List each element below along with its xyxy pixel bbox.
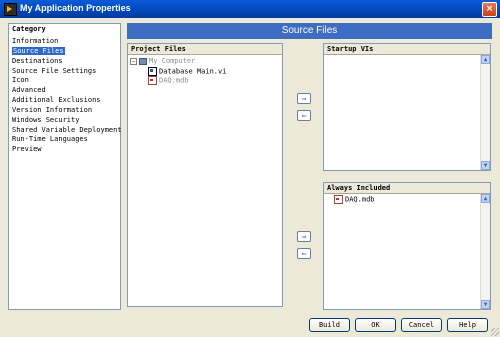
category-header: Category [9, 24, 120, 34]
scroll-down-icon[interactable]: ▼ [481, 300, 490, 309]
title-bar: My Application Properties × [0, 0, 500, 18]
category-item-advanced[interactable]: Advanced [10, 86, 119, 96]
resize-grip-icon[interactable] [491, 328, 499, 336]
always-included-header: Always Included [324, 183, 490, 194]
database-file-icon [334, 195, 343, 204]
computer-icon [139, 57, 147, 65]
remove-startup-vi-button[interactable]: ⇐ [297, 110, 311, 121]
help-button[interactable]: Help [447, 318, 488, 332]
category-item-source-files[interactable]: Source Files [10, 46, 119, 57]
scroll-down-icon[interactable]: ▼ [481, 161, 490, 170]
close-button[interactable]: × [482, 2, 497, 17]
project-files-panel: Project Files − My Computer Database Main… [127, 43, 283, 307]
remove-always-included-button[interactable]: ⇐ [297, 248, 311, 259]
tree-item-database-main-vi[interactable]: Database Main.vi [148, 67, 226, 76]
category-item-run-time-languages[interactable]: Run-Time Languages [10, 135, 119, 145]
category-item-additional-exclusions[interactable]: Additional Exclusions [10, 96, 119, 106]
scroll-up-icon[interactable]: ▲ [481, 194, 490, 203]
startup-vis-header: Startup VIs [324, 44, 490, 55]
labview-app-icon [4, 3, 17, 16]
category-item-preview[interactable]: Preview [10, 145, 119, 155]
always-included-panel: Always Included DAQ.mdb ▲ ▼ [323, 182, 491, 310]
add-always-included-button[interactable]: ⇒ [297, 231, 311, 242]
build-button[interactable]: Build [309, 318, 350, 332]
category-item-destinations[interactable]: Destinations [10, 57, 119, 67]
collapse-icon[interactable]: − [130, 57, 137, 65]
category-item-source-file-settings[interactable]: Source File Settings [10, 67, 119, 77]
category-panel: Category Information Source Files Destin… [8, 23, 122, 310]
add-startup-vi-button[interactable]: ⇒ [297, 93, 311, 104]
scroll-up-icon[interactable]: ▲ [481, 55, 490, 64]
category-item-version-information[interactable]: Version Information [10, 106, 119, 116]
category-item-information[interactable]: Information [10, 37, 119, 47]
window-title: My Application Properties [20, 3, 131, 13]
category-item-shared-variable-deployment[interactable]: Shared Variable Deployment [10, 126, 122, 136]
startup-vis-scrollbar[interactable]: ▲ ▼ [480, 55, 490, 170]
always-included-item-daq-mdb[interactable]: DAQ.mdb [334, 195, 375, 204]
section-title: Source Files [127, 23, 492, 39]
category-item-icon[interactable]: Icon [10, 76, 119, 86]
always-included-scrollbar[interactable]: ▲ ▼ [480, 194, 490, 309]
category-list: Information Source Files Destinations So… [10, 37, 122, 155]
project-files-header: Project Files [128, 44, 282, 55]
ok-button[interactable]: OK [355, 318, 396, 332]
category-item-windows-security[interactable]: Windows Security [10, 116, 119, 126]
startup-vis-panel: Startup VIs ▲ ▼ [323, 43, 491, 171]
vi-file-icon [148, 67, 157, 76]
tree-item-daq-mdb[interactable]: DAQ.mdb [148, 76, 189, 85]
cancel-button[interactable]: Cancel [401, 318, 442, 332]
tree-item-my-computer[interactable]: − My Computer [130, 57, 195, 66]
database-file-icon [148, 76, 157, 85]
